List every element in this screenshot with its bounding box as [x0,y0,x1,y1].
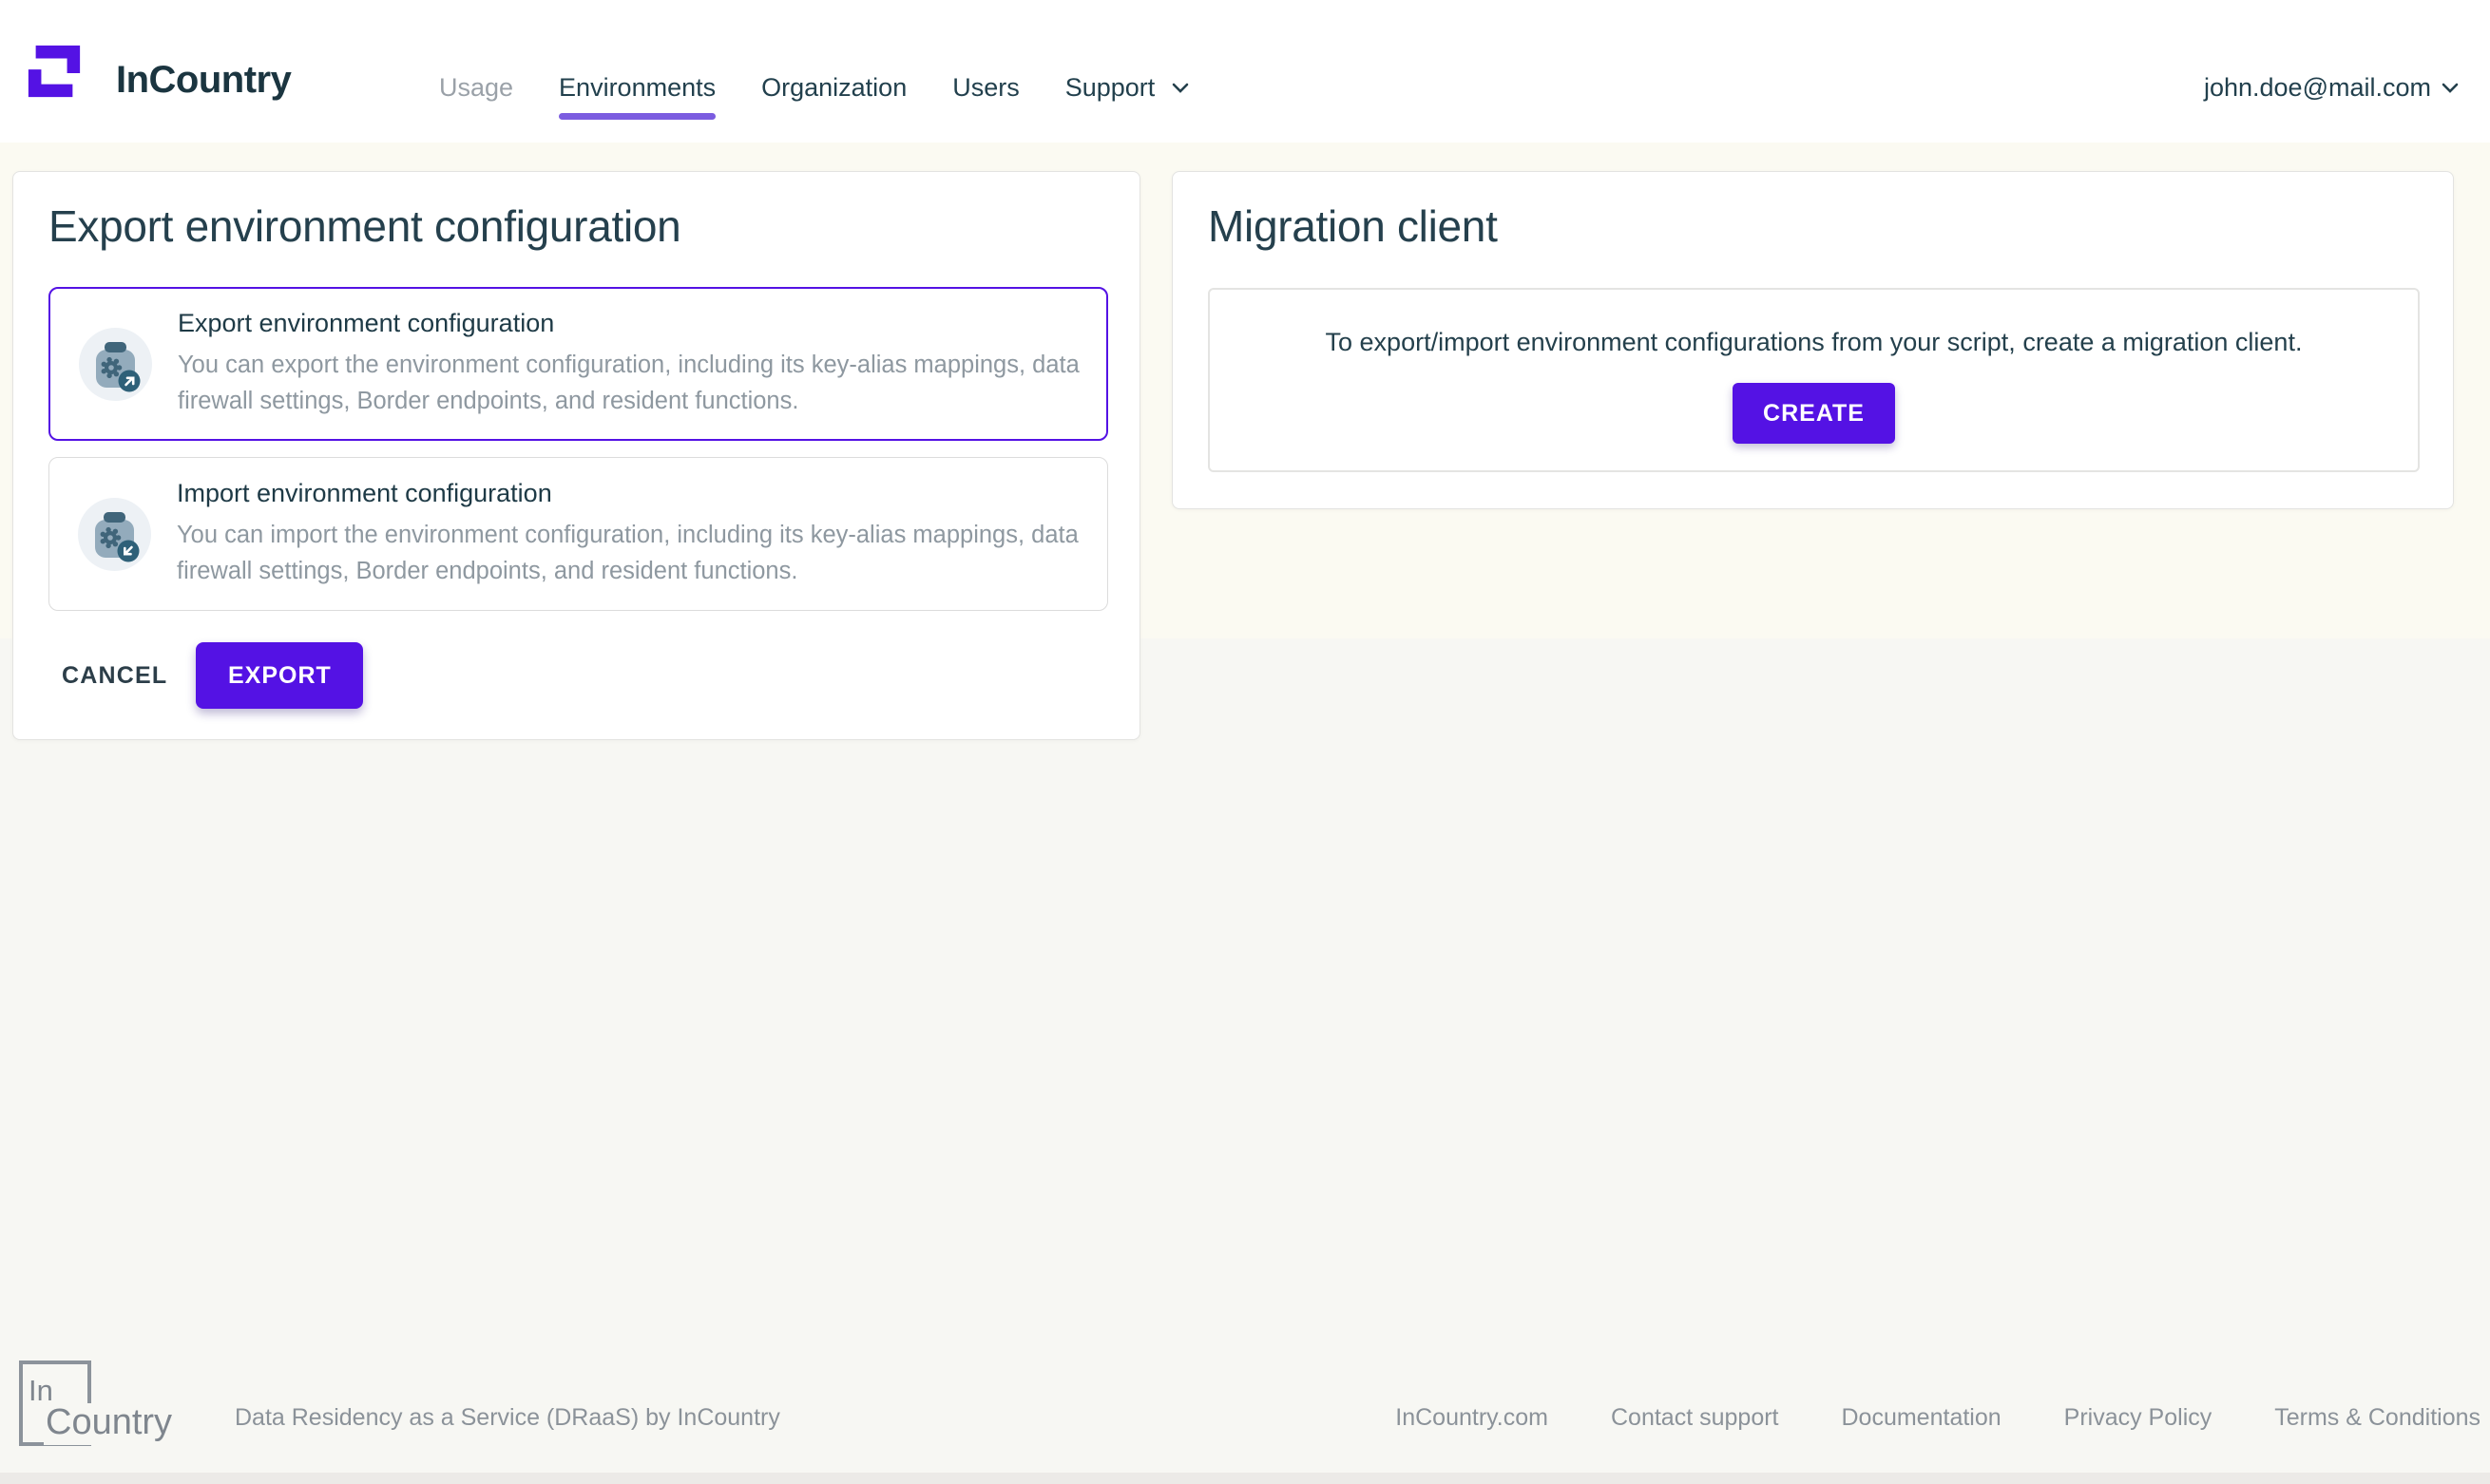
footer-tagline: Data Residency as a Service (DRaaS) by I… [235,1404,780,1432]
chevron-down-icon [1171,82,1190,94]
nav-item-usage[interactable]: Usage [439,73,513,103]
migration-card-title: Migration client [1208,200,2418,252]
footer-link-terms-conditions[interactable]: Terms & Conditions [2274,1404,2480,1432]
export-button[interactable]: EXPORT [196,642,363,709]
incountry-logo-icon [25,42,84,101]
migration-client-panel: To export/import environment configurati… [1208,288,2420,472]
top-navigation-bar: InCountry Usage Environments Organizatio… [0,0,2490,143]
option-text-block: Export environment configuration You can… [178,309,1090,419]
config-jar-export-icon [79,328,152,401]
nav-item-users[interactable]: Users [952,73,1020,103]
main-nav: Usage Environments Organization Users Su… [439,73,1190,103]
active-tab-underline [559,113,716,120]
nav-item-support-label: Support [1065,73,1156,102]
migration-description: To export/import environment configurati… [1210,328,2418,357]
footer-link-documentation[interactable]: Documentation [1842,1404,2002,1432]
option-export-environment-configuration[interactable]: Export environment configuration You can… [48,287,1108,441]
nav-item-usage-label: Usage [439,73,513,102]
nav-item-environments-label: Environments [559,73,716,102]
option-import-environment-configuration[interactable]: Import environment configuration You can… [48,457,1108,611]
footer-logo-text-country: Country [44,1403,178,1445]
export-card-actions: CANCEL EXPORT [48,642,363,709]
option-title: Export environment configuration [178,309,1090,338]
migration-client-card: Migration client To export/import enviro… [1172,171,2454,509]
config-jar-import-icon [78,498,151,571]
cancel-button[interactable]: CANCEL [48,662,181,690]
user-email: john.doe@mail.com [2204,73,2431,103]
option-title: Import environment configuration [177,479,1089,508]
footer-link-incountry-com[interactable]: InCountry.com [1395,1404,1548,1432]
brand-wordmark: InCountry [116,59,291,102]
option-description: You can export the environment configura… [178,347,1090,419]
chevron-down-icon [2441,82,2460,94]
footer-link-privacy-policy[interactable]: Privacy Policy [2064,1404,2212,1432]
user-account-menu[interactable]: john.doe@mail.com [2204,73,2460,103]
option-text-block: Import environment configuration You can… [177,479,1089,589]
nav-item-organization-label: Organization [761,73,907,102]
export-environment-configuration-card: Export environment configuration Export … [12,171,1140,740]
nav-item-environments[interactable]: Environments [559,73,716,103]
nav-item-organization[interactable]: Organization [761,73,907,103]
footer-link-contact-support[interactable]: Contact support [1611,1404,1779,1432]
option-description: You can import the environment configura… [177,517,1089,589]
export-card-title: Export environment configuration [48,200,1104,252]
nav-item-support[interactable]: Support [1065,73,1190,103]
nav-item-users-label: Users [952,73,1020,102]
footer-links: InCountry.com Contact support Documentat… [1395,1404,2480,1432]
create-button[interactable]: CREATE [1733,383,1895,444]
